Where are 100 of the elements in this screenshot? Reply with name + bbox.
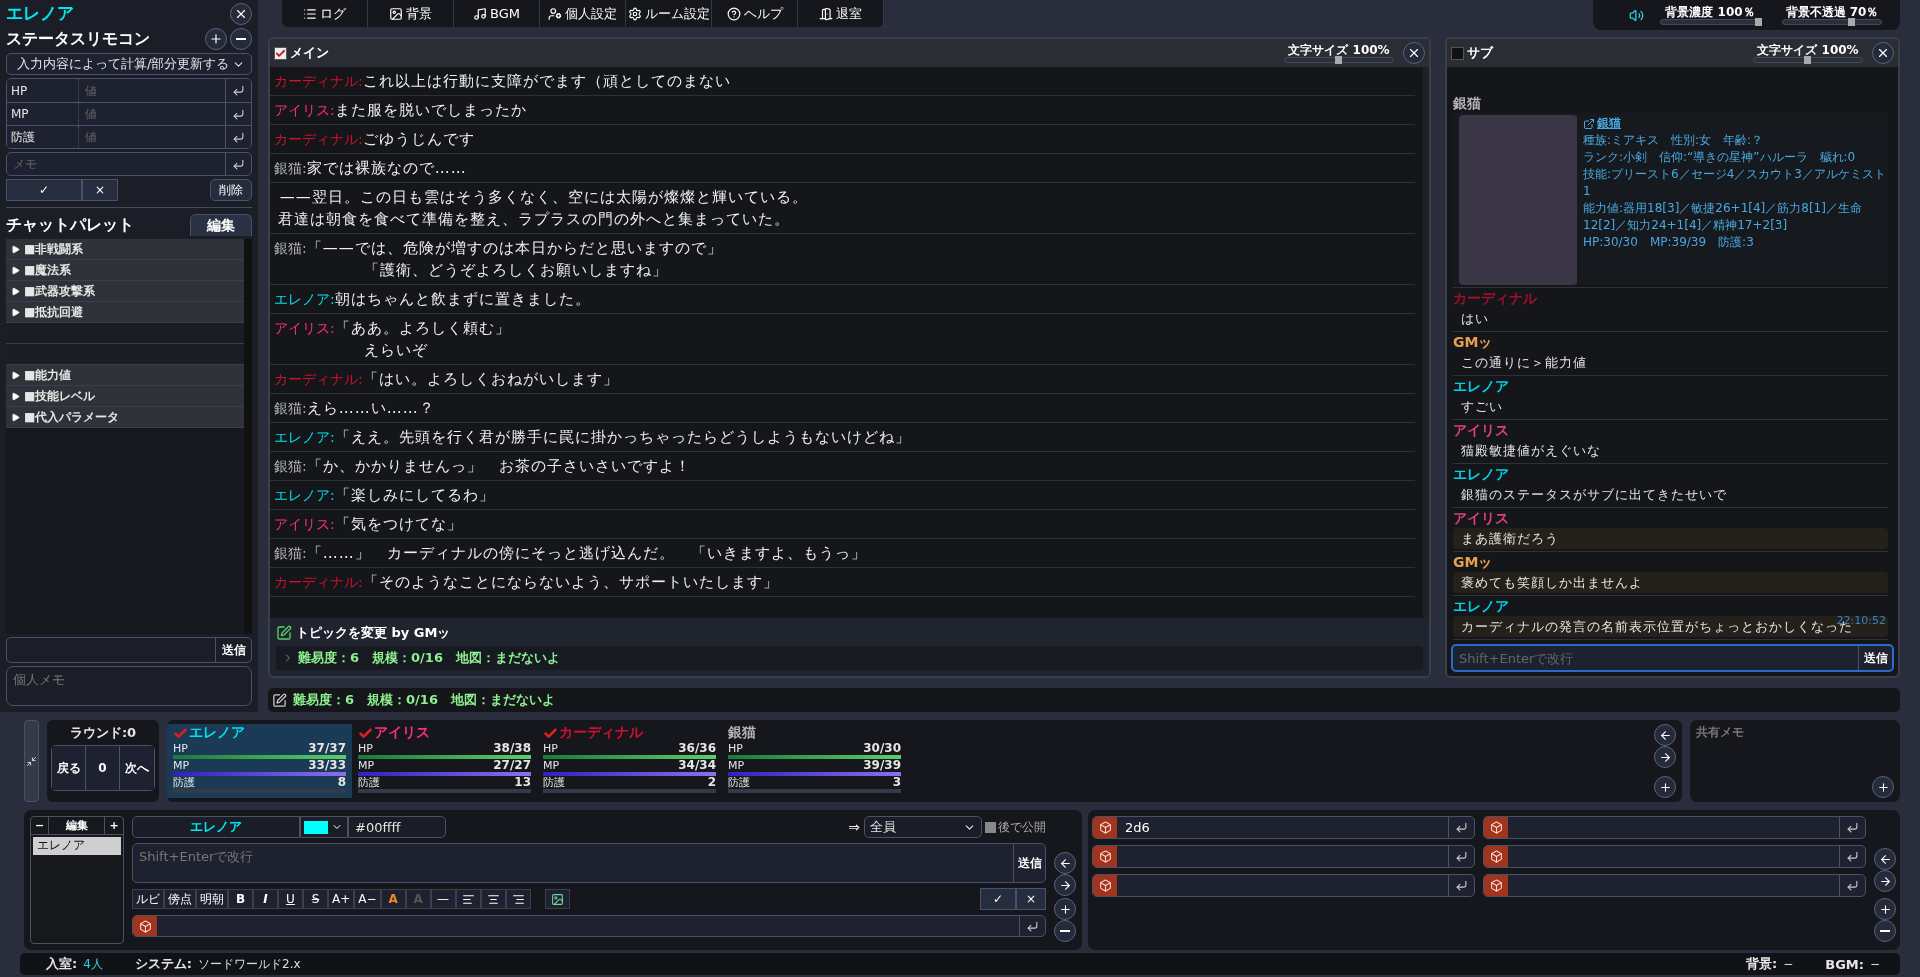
- memo-field[interactable]: メモ: [6, 152, 252, 176]
- toolbar-button[interactable]: —: [430, 889, 456, 909]
- dice-button[interactable]: [1093, 875, 1117, 896]
- remove-button[interactable]: [1054, 920, 1076, 942]
- add-button[interactable]: [1654, 776, 1676, 798]
- tab-checkbox[interactable]: [1451, 46, 1464, 60]
- add-button[interactable]: [205, 28, 227, 50]
- cancel-button[interactable]: ×: [1016, 888, 1046, 910]
- palette-group[interactable]: ■非戦闘系: [6, 239, 244, 260]
- toolbar-button[interactable]: A: [380, 889, 406, 909]
- dice-button[interactable]: [1093, 846, 1117, 867]
- toolbar-button[interactable]: ルビ: [132, 889, 164, 909]
- party-member[interactable]: アイリス HP 38/38 MP 27/27 防護 13: [352, 724, 537, 798]
- slider-track[interactable]: [1782, 19, 1882, 25]
- edit-button[interactable]: 編集: [49, 817, 105, 834]
- toolbar-button[interactable]: [480, 889, 506, 909]
- menu-item[interactable]: BGM: [454, 0, 540, 27]
- value-field[interactable]: 防護 値: [7, 125, 251, 148]
- toolbar-button[interactable]: U: [278, 889, 303, 909]
- menu-item[interactable]: ヘルプ: [712, 0, 798, 27]
- left-arrow-button[interactable]: [1654, 724, 1676, 746]
- message-field[interactable]: Shift+Enterで改行 送信: [1451, 644, 1894, 672]
- value-field[interactable]: MP 値: [7, 102, 251, 125]
- main-tab[interactable]: メイン: [274, 44, 329, 62]
- menu-item[interactable]: ログ: [282, 0, 368, 27]
- name-field[interactable]: エレノア: [132, 816, 300, 838]
- toolbar-button[interactable]: [505, 889, 531, 909]
- close-button[interactable]: [1872, 42, 1894, 64]
- dice-input[interactable]: 2d6: [1117, 817, 1448, 838]
- remove-button[interactable]: [230, 28, 252, 50]
- toolbar-button[interactable]: A+: [328, 889, 355, 909]
- send-button[interactable]: 送信: [215, 638, 251, 662]
- dice-button[interactable]: [1484, 817, 1508, 838]
- confirm-button[interactable]: ✓: [980, 888, 1016, 910]
- party-member[interactable]: 銀猫 HP 30/30 MP 39/39 防護 3: [722, 724, 907, 798]
- close-button[interactable]: [1403, 42, 1425, 64]
- dice-button[interactable]: [1093, 817, 1117, 838]
- left-arrow-button[interactable]: [1054, 852, 1076, 874]
- message-field[interactable]: Shift+Enterで改行 送信: [132, 843, 1046, 883]
- dice-command-field[interactable]: [1483, 874, 1866, 897]
- dice-button[interactable]: [1484, 875, 1508, 896]
- menu-item[interactable]: 退室: [798, 0, 884, 27]
- character-item[interactable]: エレノア: [33, 837, 121, 855]
- next-button[interactable]: 次へ: [120, 746, 154, 790]
- menu-item[interactable]: 背景: [368, 0, 454, 27]
- message-input[interactable]: Shift+Enterで改行: [1453, 646, 1858, 670]
- value-input[interactable]: 値: [79, 79, 225, 102]
- slider-track[interactable]: [1660, 19, 1760, 25]
- send-button[interactable]: 送信: [1013, 844, 1045, 882]
- delete-button[interactable]: 削除: [210, 179, 252, 201]
- mode-select[interactable]: 入力内容によって計算/部分更新する: [6, 53, 252, 75]
- dice-button[interactable]: [1484, 846, 1508, 867]
- toolbar-button[interactable]: [455, 889, 481, 909]
- later-checkbox[interactable]: 後で公開: [985, 818, 1046, 836]
- memo-input[interactable]: メモ: [7, 153, 225, 175]
- speaker-icon[interactable]: [1629, 7, 1644, 23]
- add-button[interactable]: +: [105, 817, 123, 834]
- slider-track[interactable]: [1284, 57, 1394, 63]
- value-field[interactable]: HP 値: [7, 79, 251, 102]
- close-button[interactable]: [230, 2, 252, 25]
- toolbar-button[interactable]: A−: [354, 889, 381, 909]
- toolbar-button[interactable]: 明朝: [196, 889, 228, 909]
- back-button[interactable]: 戻る: [52, 746, 86, 790]
- slider-track[interactable]: [1753, 57, 1863, 63]
- cancel-button[interactable]: ×: [82, 179, 118, 201]
- add-button[interactable]: [1874, 898, 1896, 920]
- palette-group[interactable]: ■武器攻撃系: [6, 281, 244, 302]
- dice-command-field[interactable]: [1092, 845, 1475, 868]
- palette-group[interactable]: ■魔法系: [6, 260, 244, 281]
- personal-memo[interactable]: 個人メモ: [6, 666, 252, 706]
- dice-command-field[interactable]: [1483, 816, 1866, 839]
- edit-icon[interactable]: [272, 692, 287, 708]
- palette-group[interactable]: ■能力値: [6, 365, 244, 386]
- slider-thumb[interactable]: [1755, 18, 1762, 26]
- character-link[interactable]: 銀猫: [1583, 115, 1888, 132]
- toolbar-button[interactable]: [544, 889, 570, 909]
- left-arrow-button[interactable]: [1874, 848, 1896, 870]
- slider-thumb[interactable]: [1847, 18, 1855, 26]
- right-arrow-button[interactable]: [1054, 874, 1076, 896]
- confirm-button[interactable]: ✓: [6, 179, 82, 201]
- value-input[interactable]: 値: [79, 126, 225, 148]
- dice-command-field[interactable]: [1092, 874, 1475, 897]
- menu-item[interactable]: 個人設定: [540, 0, 626, 27]
- toolbar-button[interactable]: 傍点: [164, 889, 196, 909]
- add-button[interactable]: [1872, 776, 1894, 798]
- add-button[interactable]: [1054, 898, 1076, 920]
- remove-button[interactable]: −: [31, 817, 49, 834]
- slider-thumb[interactable]: [1335, 56, 1342, 64]
- dice-command-field[interactable]: [1483, 845, 1866, 868]
- menu-item[interactable]: ルーム設定: [626, 0, 712, 27]
- palette-group[interactable]: ■抵抗回避: [6, 302, 244, 323]
- palette-group[interactable]: ■代入パラメータ: [6, 407, 244, 428]
- message-input[interactable]: Shift+Enterで改行: [133, 844, 1013, 882]
- party-member[interactable]: エレノア HP 37/37 MP 33/33 防護 8: [167, 724, 352, 798]
- toolbar-button[interactable]: B: [228, 889, 253, 909]
- slider-thumb[interactable]: [1804, 56, 1811, 64]
- shared-memo[interactable]: 共有メモ: [1690, 720, 1900, 802]
- right-arrow-button[interactable]: [1874, 870, 1896, 892]
- sub-tab[interactable]: サブ: [1451, 44, 1493, 62]
- party-member[interactable]: カーディナル HP 36/36 MP 34/34 防護 2: [537, 724, 722, 798]
